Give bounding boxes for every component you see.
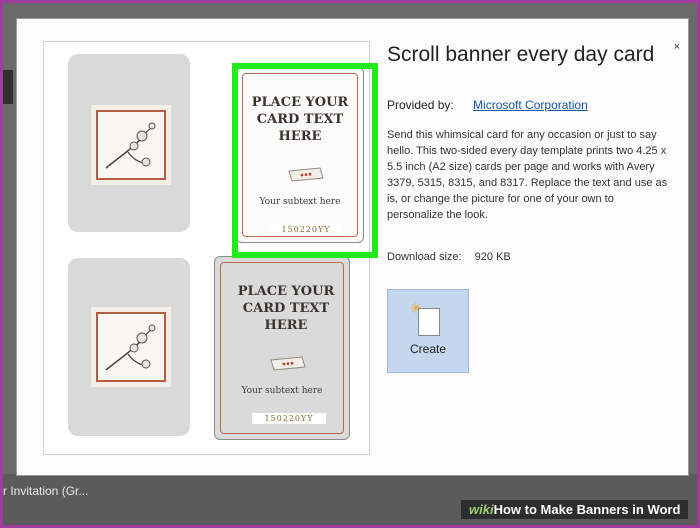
card-front-bottom[interactable]: PLACE YOUR CARD TEXT HERE Your subtext h… — [214, 256, 350, 440]
create-button-label: Create — [409, 342, 447, 356]
card-subtext: Your subtext here — [259, 197, 341, 207]
card-subtext: Your subtext here — [241, 386, 323, 396]
watermark-brand: wiki — [469, 502, 494, 517]
create-button[interactable]: ✳ Create — [387, 289, 469, 373]
card-code: 150220YY — [252, 413, 326, 424]
card-border: PLACE YOUR CARD TEXT HERE Your subtext h… — [242, 73, 358, 237]
scroll-ornament-icon — [270, 356, 306, 371]
background-template-label[interactable]: r Invitation (Gr... — [3, 484, 88, 498]
card-title: PLACE YOUR CARD TEXT HERE — [237, 284, 335, 333]
template-preview-dialog: × PLACE YOUR CARD TEXT HERE Your subtext… — [16, 18, 689, 476]
download-label: Download size: — [387, 251, 462, 263]
new-document-icon — [418, 308, 440, 336]
scroll-ornament-icon — [288, 167, 324, 182]
flower-photo — [96, 312, 166, 382]
card-front-top[interactable]: PLACE YOUR CARD TEXT HERE Your subtext h… — [236, 67, 364, 243]
template-title: Scroll banner every day card — [387, 43, 655, 66]
card-border: PLACE YOUR CARD TEXT HERE Your subtext h… — [220, 262, 344, 434]
template-preview-pane: PLACE YOUR CARD TEXT HERE Your subtext h… — [43, 41, 378, 455]
provided-label: Provided by: — [387, 98, 454, 112]
background-window-edge — [3, 70, 13, 104]
download-size-value: 920 KB — [474, 251, 511, 263]
wikihow-watermark: wikiHow to Make Banners in Word — [461, 500, 689, 519]
watermark-text: How to Make Banners in Word — [493, 502, 681, 517]
flower-photo — [96, 110, 166, 180]
close-icon[interactable]: × — [674, 41, 680, 53]
card-code: 150220YY — [269, 224, 343, 235]
template-description: Send this whimsical card for any occasio… — [387, 129, 668, 221]
provider-link[interactable]: Microsoft Corporation — [473, 98, 588, 112]
provided-by: Provided by: Microsoft Corporation — [387, 98, 588, 112]
download-size: Download size: 920 KB — [387, 251, 511, 263]
card-title: PLACE YOUR CARD TEXT HERE — [251, 95, 349, 144]
